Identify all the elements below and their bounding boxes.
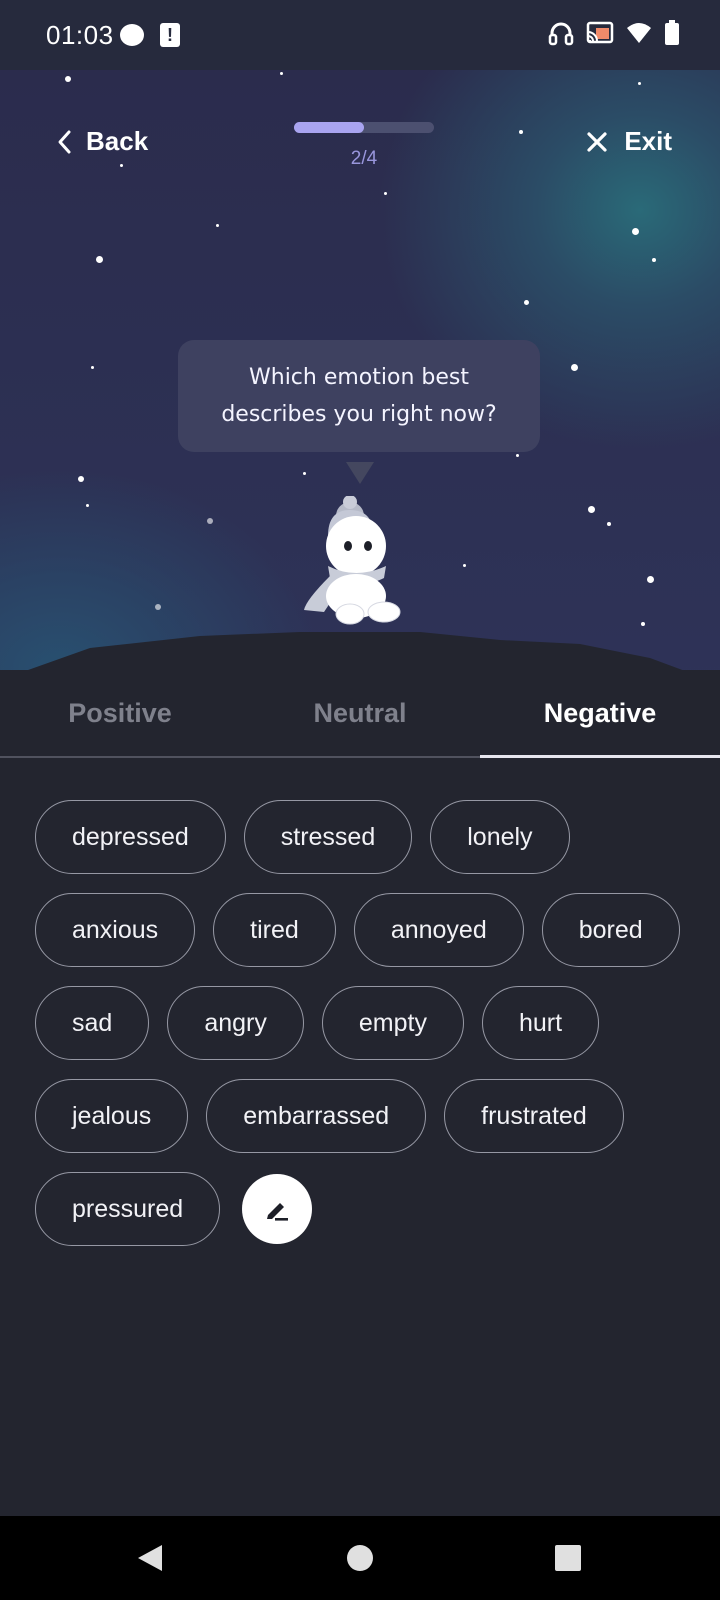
emotion-chip-angry[interactable]: angry [167, 986, 304, 1060]
star [65, 76, 71, 82]
emotion-chip-lonely[interactable]: lonely [430, 800, 570, 874]
star [588, 506, 595, 513]
star [207, 518, 213, 524]
star [78, 476, 84, 482]
emotion-chip-annoyed[interactable]: annoyed [353, 893, 524, 967]
cast-icon [586, 21, 614, 44]
emotion-chip-pressured[interactable]: pressured [35, 1172, 221, 1246]
emotion-chip-list: depressed stressed lonely anxious tired annoy… [35, 800, 695, 1265]
chip-row: anxious tired annoyed bored [35, 893, 695, 967]
star [91, 366, 94, 369]
emotion-chip-frustrated[interactable]: frustrated [444, 1079, 624, 1153]
nav-back-button[interactable] [110, 1516, 190, 1600]
exit-button[interactable]: Exit [586, 126, 672, 157]
mascot-illustration [304, 496, 401, 625]
prompt-text: Which emotion best describes you right n… [221, 365, 497, 427]
star [571, 364, 578, 371]
emotion-chip-jealous[interactable]: jealous [35, 1079, 189, 1153]
back-label: Back [86, 126, 149, 156]
emotion-chip-embarrassed[interactable]: embarrassed [206, 1079, 427, 1153]
square-recents-icon [555, 1545, 581, 1571]
exit-label: Exit [624, 126, 672, 156]
prompt-bubble: Which emotion best describes you right n… [178, 340, 540, 452]
emotion-chip-depressed[interactable]: depressed [35, 800, 226, 874]
header-scene: Back 2/4 Exit Which emotion best describ… [0, 70, 720, 710]
star [652, 258, 656, 262]
star [519, 130, 523, 134]
close-icon [587, 131, 607, 152]
chevron-left-icon [58, 130, 71, 153]
tab-negative[interactable]: Negative [480, 670, 720, 758]
star [384, 192, 387, 195]
star [516, 454, 519, 457]
system-navigation-bar [0, 1516, 720, 1600]
emotion-chip-empty[interactable]: empty [321, 986, 464, 1060]
emotion-chip-hurt[interactable]: hurt [481, 986, 600, 1060]
star [280, 72, 283, 75]
progress-bar [294, 122, 434, 133]
chip-row: sad angry empty hurt [35, 986, 695, 1060]
nav-recents-button[interactable] [528, 1516, 608, 1600]
emotion-chip-tired[interactable]: tired [213, 893, 336, 967]
star [303, 472, 306, 475]
star [647, 576, 654, 583]
emotion-chip-anxious[interactable]: anxious [35, 893, 196, 967]
alert-icon: ! [160, 23, 180, 47]
star [120, 164, 123, 167]
star [632, 228, 639, 235]
status-icons [548, 20, 680, 46]
progress-text: 2/4 [350, 148, 378, 169]
tab-neutral[interactable]: Neutral [240, 670, 480, 756]
headphones-icon [548, 22, 574, 46]
back-button[interactable]: Back [56, 126, 148, 157]
emotion-category-tabs: Positive Neutral Negative [0, 670, 720, 758]
status-time: 01:03 [46, 20, 114, 50]
chip-row: depressed stressed lonely [35, 800, 695, 874]
emotion-chip-bored[interactable]: bored [541, 893, 680, 967]
star [607, 522, 611, 526]
star [86, 504, 89, 507]
nav-home-button[interactable] [320, 1516, 400, 1600]
emotion-chip-sad[interactable]: sad [35, 986, 150, 1060]
tab-positive[interactable]: Positive [0, 670, 240, 756]
status-bar: 01:03 ! [0, 0, 720, 70]
custom-emotion-button[interactable] [242, 1174, 313, 1244]
bubble-tail [346, 462, 374, 484]
triangle-back-icon [138, 1545, 162, 1571]
notification-dot-icon [120, 24, 144, 46]
battery-icon [665, 20, 679, 45]
progress-fill [294, 122, 364, 133]
star [524, 300, 529, 305]
circle-home-icon [347, 1545, 373, 1571]
pencil-icon [267, 1203, 289, 1221]
emotion-chip-stressed[interactable]: stressed [243, 800, 413, 874]
chip-row: jealous embarrassed frustrated [35, 1079, 695, 1153]
star [463, 564, 466, 567]
star [638, 82, 641, 85]
chip-row: pressured [35, 1172, 695, 1246]
star [96, 256, 103, 263]
star [216, 224, 219, 227]
wifi-icon [627, 23, 651, 43]
